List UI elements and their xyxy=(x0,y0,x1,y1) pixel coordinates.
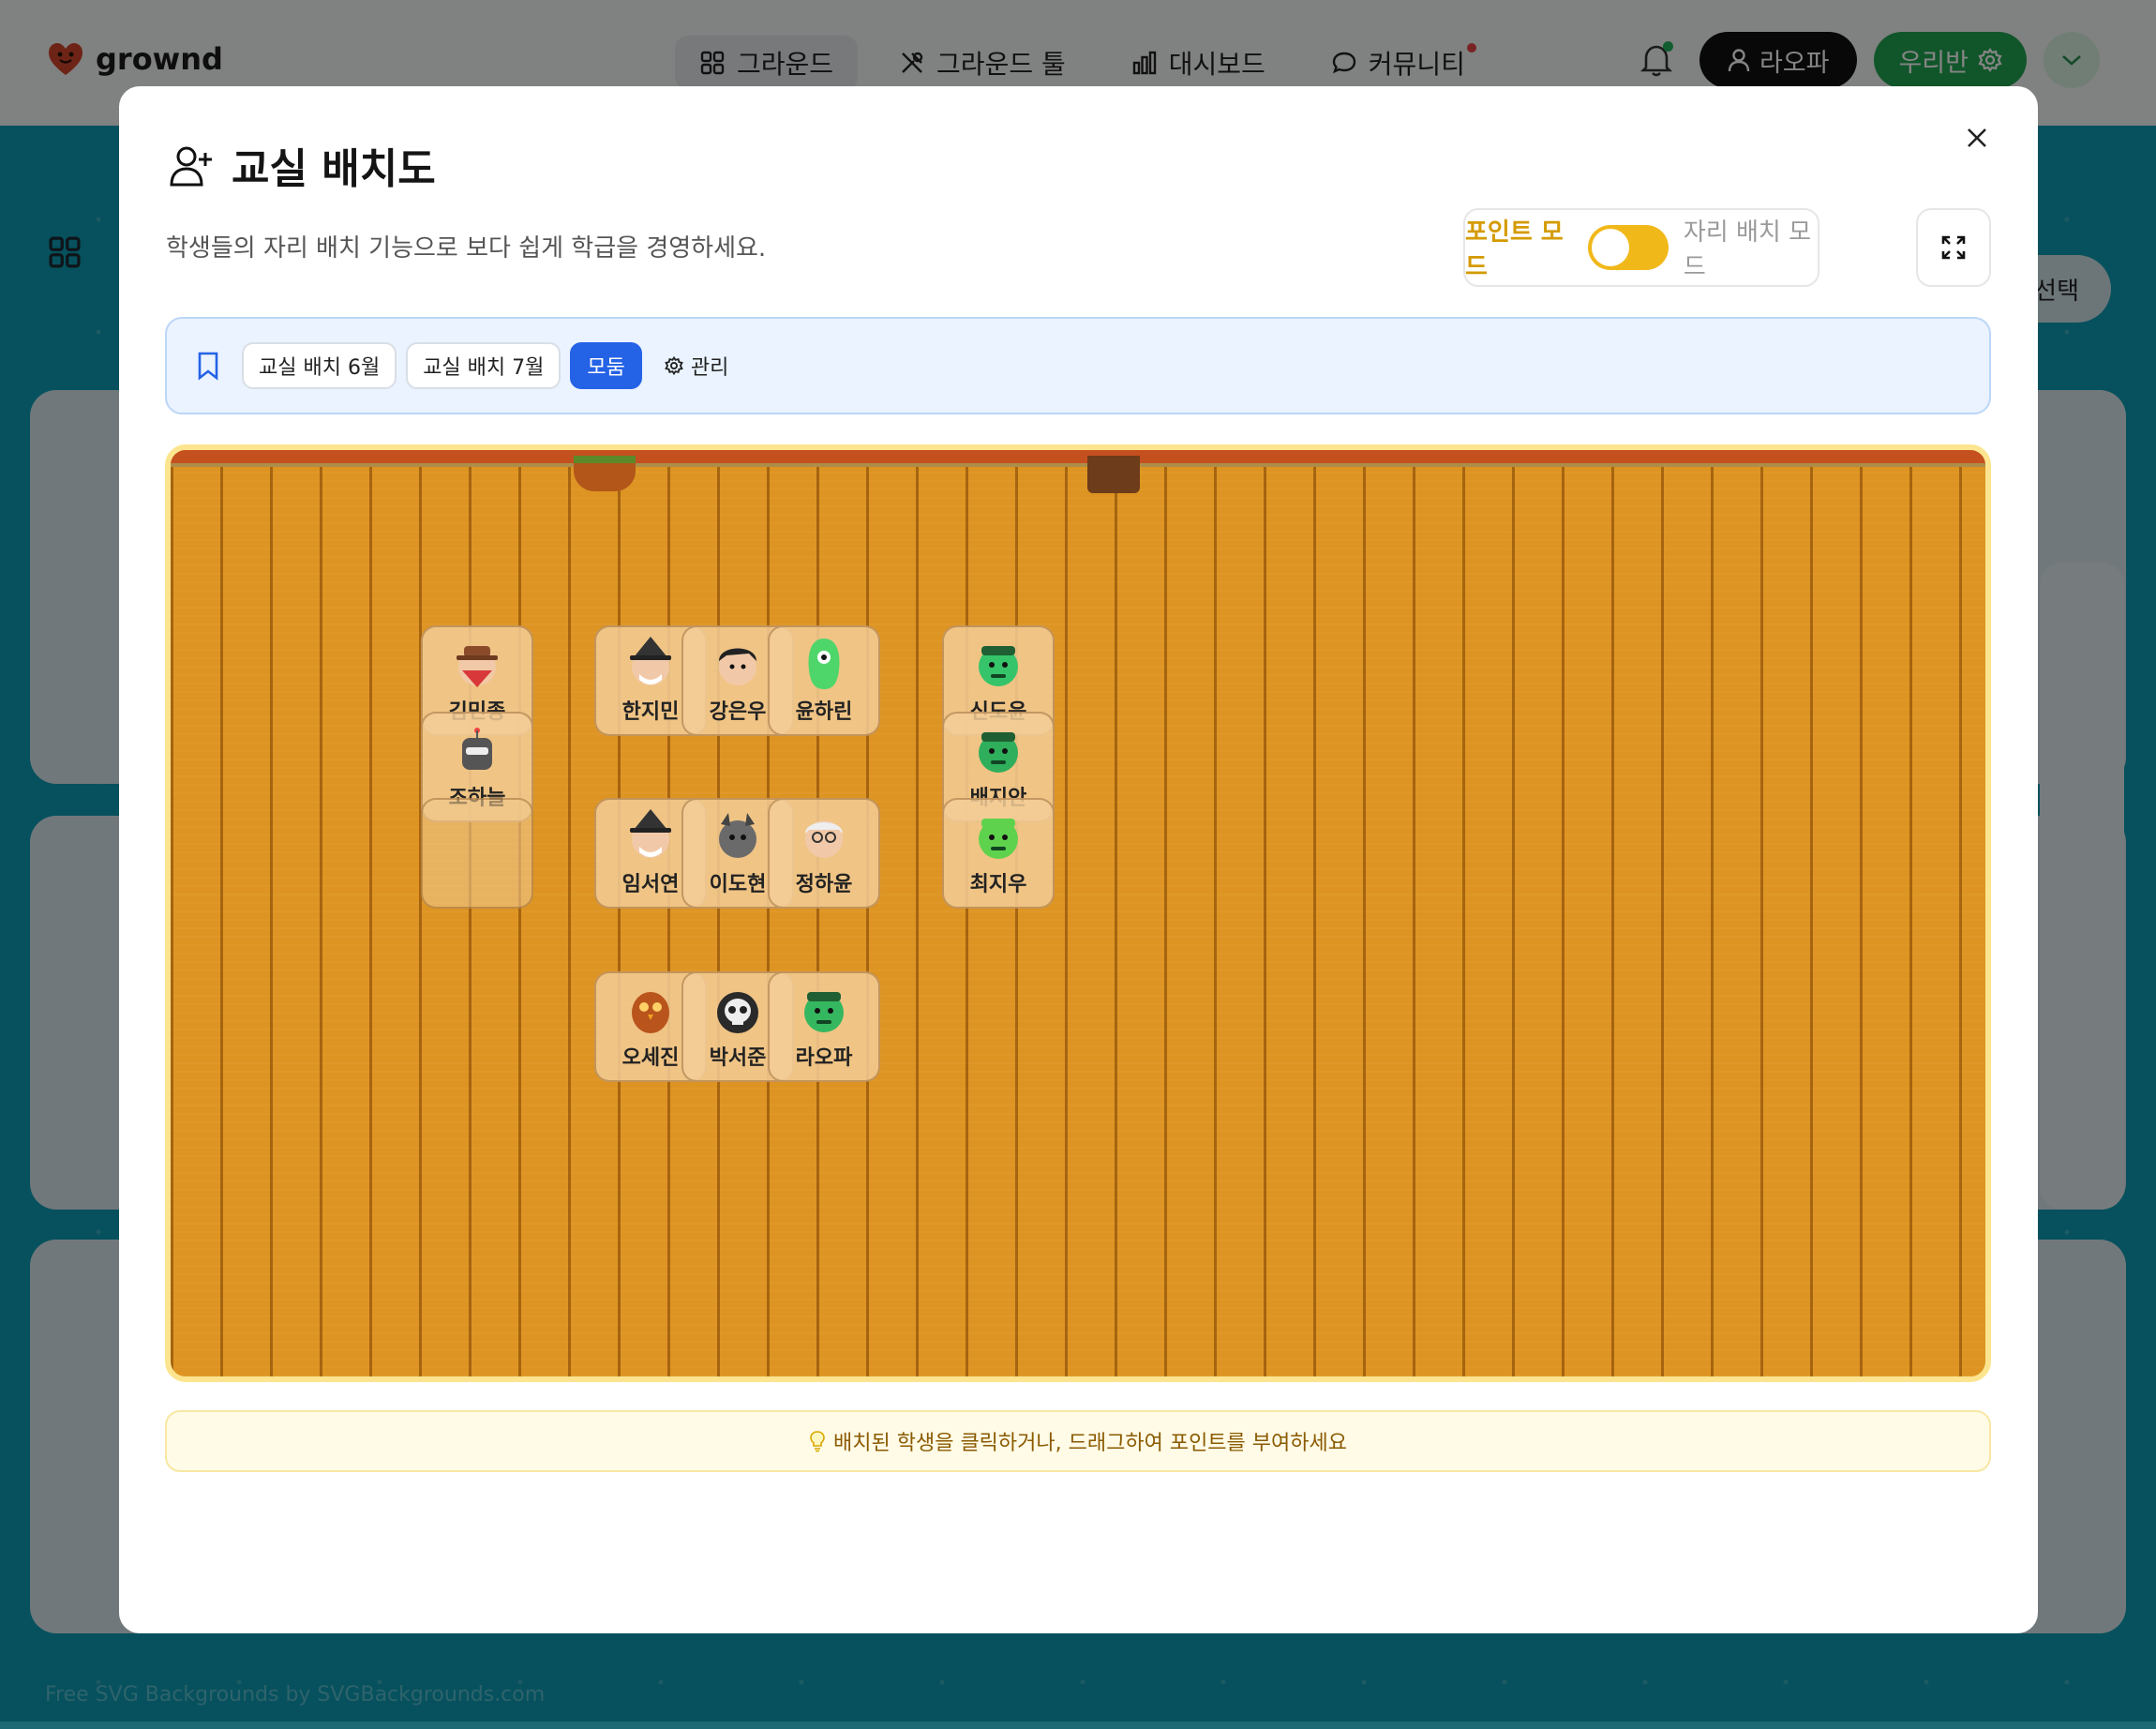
green-alien-avatar-icon xyxy=(794,633,854,693)
student-seat[interactable]: 최지우 xyxy=(942,798,1055,909)
fullscreen-button[interactable] xyxy=(1916,208,1991,287)
frog-avatar-icon xyxy=(968,805,1028,865)
plant-pot-icon xyxy=(574,456,636,491)
student-name: 임서연 xyxy=(621,873,680,896)
manage-label: 관리 xyxy=(690,356,729,380)
mode-toggle-switch[interactable] xyxy=(1588,225,1669,270)
owl-avatar-icon xyxy=(621,979,681,1039)
witch-avatar-icon xyxy=(621,805,681,865)
witch-avatar-icon xyxy=(621,633,681,693)
frankenstein-avatar-icon xyxy=(968,719,1028,779)
seat-mode-label[interactable]: 자리 배치 모드 xyxy=(1684,213,1818,282)
mode-toggle-group: 포인트 모드 자리 배치 모드 xyxy=(1463,208,1819,287)
bookmark-icon xyxy=(198,352,218,381)
hint-banner: 배치된 학생을 클릭하거나, 드래그하여 포인트를 부여하세요 xyxy=(165,1410,1991,1472)
skull-avatar-icon xyxy=(708,979,768,1039)
lightbulb-icon xyxy=(810,1431,825,1452)
student-name: 오세진 xyxy=(621,1046,680,1070)
student-name: 라오파 xyxy=(795,1046,853,1070)
student-name: 강은우 xyxy=(709,700,767,724)
cowboy-bandit-avatar-icon xyxy=(447,633,507,693)
layout-chip-july[interactable]: 교실 배치 7월 xyxy=(406,342,561,389)
classroom-front-wall xyxy=(171,450,1985,467)
boy-avatar-icon xyxy=(708,633,768,693)
hint-text: 배치된 학생을 클릭하거나, 드래그하여 포인트를 부여하세요 xyxy=(833,1432,1347,1455)
green-monster-avatar-icon xyxy=(968,633,1028,693)
student-seat[interactable]: 라오파 xyxy=(768,971,880,1082)
point-mode-label[interactable]: 포인트 모드 xyxy=(1465,213,1573,282)
close-icon xyxy=(1968,128,1986,147)
layout-chip-group[interactable]: 모둠 xyxy=(570,342,642,389)
student-name: 정하윤 xyxy=(795,873,853,896)
modal-title-text: 교실 배치도 xyxy=(232,145,436,193)
grandpa-avatar-icon xyxy=(794,805,854,865)
layout-selector-bar: 교실 배치 6월 교실 배치 7월 모둠 관리 xyxy=(165,317,1991,414)
manage-layouts-button[interactable]: 관리 xyxy=(651,342,741,389)
student-seat[interactable]: 정하윤 xyxy=(768,798,880,909)
classroom-floor: 김민종조하늘한지민강은우윤하린신도윤배지안최지우임서연이도현정하윤오세진박서준라… xyxy=(165,444,1991,1382)
student-name: 윤하린 xyxy=(795,700,853,724)
student-name: 최지우 xyxy=(969,873,1027,896)
bookmark-button[interactable] xyxy=(189,347,227,384)
student-seat[interactable]: 윤하린 xyxy=(768,625,880,736)
orc-avatar-icon xyxy=(794,979,854,1039)
modal-title: 교실 배치도 xyxy=(168,135,436,195)
empty-seat[interactable] xyxy=(421,798,533,909)
layout-chip-june[interactable]: 교실 배치 6월 xyxy=(242,342,397,389)
modal-description: 학생들의 자리 배치 기능으로 보다 쉽게 학급을 경영하세요. xyxy=(166,234,767,263)
robot-avatar-icon xyxy=(447,719,507,779)
toggle-knob xyxy=(1592,229,1630,266)
expand-icon xyxy=(1941,235,1966,260)
student-name: 박서준 xyxy=(709,1046,767,1070)
student-name: 이도현 xyxy=(709,873,767,896)
gear-icon xyxy=(665,356,683,375)
close-button[interactable] xyxy=(1954,114,2000,161)
gargoyle-avatar-icon xyxy=(708,805,768,865)
classroom-seating-modal: 교실 배치도 학생들의 자리 배치 기능으로 보다 쉽게 학급을 경영하세요. … xyxy=(119,86,2038,1633)
user-plus-icon xyxy=(170,146,212,187)
student-name: 한지민 xyxy=(621,700,680,724)
door-icon xyxy=(1087,456,1140,493)
